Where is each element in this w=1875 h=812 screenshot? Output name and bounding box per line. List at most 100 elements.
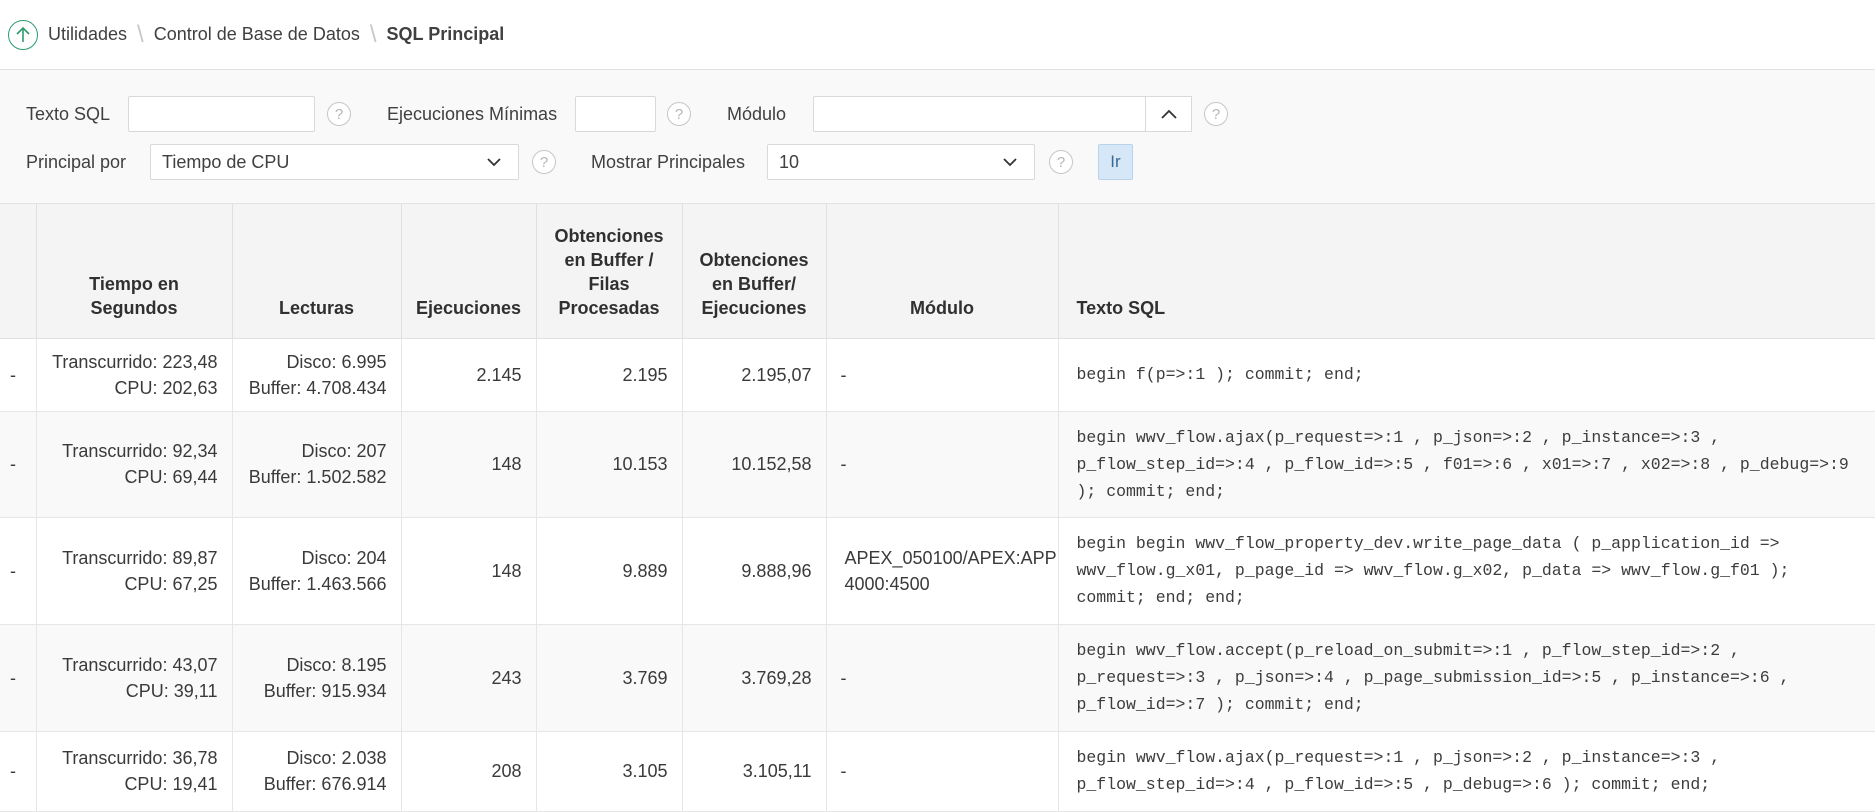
elapsed-value: Transcurrido: 92,34 [62,441,218,461]
reads-cell: Disco: 8.195 Buffer: 915.934 [232,624,402,732]
table-row: - Transcurrido: 89,87 CPU: 67,25 Disco: 2… [0,517,1875,625]
elapsed-value: Transcurrido: 89,87 [62,547,218,568]
elapsed-value: Transcurrido: 36,78 [62,748,218,768]
elapsed-value: Transcurrido: 223,48 [52,351,218,372]
chevron-up-icon [1160,109,1177,119]
chevron-down-icon [487,158,501,167]
reads-cell: Disco: 6.995 Buffer: 4.708.434 [232,338,402,412]
help-icon[interactable]: ? [667,102,691,126]
gets-rows-cell: 9.889 [536,517,683,625]
breadcrumb-current: SQL Principal [386,24,505,44]
top-by-value: Tiempo de CPU [162,151,290,172]
cpu-value: CPU: 69,44 [124,467,218,487]
help-icon[interactable]: ? [532,150,556,174]
table-row: - Transcurrido: 43,07 CPU: 39,11 Disco: 8… [0,624,1875,732]
col-header-buffer-gets-exec[interactable]: Obtenciones en Buffer/ Ejecuciones [682,204,827,339]
cpu-value: CPU: 67,25 [124,573,218,594]
gets-rows-cell: 2.195 [536,338,683,412]
top-sql-report-table: Tiempo en Segundos Lecturas Ejecuciones … [0,204,1875,812]
col-header-buffer-gets-rows[interactable]: Obtenciones en Buffer / Filas Procesadas [536,204,683,339]
module-input[interactable] [813,96,1146,132]
breadcrumb: Utilidades \ Control de Base de Datos \ … [0,0,1875,70]
module-cell: - [826,338,1059,412]
sql-text-cell: begin wwv_flow.ajax(p_request=>:1 , p_js… [1058,731,1875,812]
min-executions-input[interactable] [575,96,656,132]
module-cell: - [826,411,1059,518]
reads-cell: Disco: 2.038 Buffer: 676.914 [232,731,402,812]
buffer-value: Buffer: 1.463.566 [248,573,387,594]
row-dash: - [0,731,37,812]
module-cell: - [826,731,1059,812]
show-top-label: Mostrar Principales [591,152,746,172]
col-header-sql-text[interactable]: Texto SQL [1058,204,1875,339]
cpu-value: CPU: 39,11 [125,680,218,701]
gets-rows-cell: 10.153 [536,411,683,518]
col-header-executions[interactable]: Ejecuciones [401,204,537,339]
col-header-module[interactable]: Módulo [826,204,1059,339]
disk-value: Disco: 207 [301,441,387,461]
breadcrumb-separator: \ [137,20,144,48]
elapsed-value: Transcurrido: 43,07 [62,654,218,675]
time-cell: Transcurrido: 223,48 CPU: 202,63 [36,338,233,412]
gets-exec-cell: 9.888,96 [682,517,827,625]
sql-text-label: Texto SQL [26,104,111,124]
show-top-value: 10 [779,151,800,172]
time-cell: Transcurrido: 89,87 CPU: 67,25 [36,517,233,625]
gets-exec-cell: 2.195,07 [682,338,827,412]
module-cell: APEX_050100/APEX:APP 4000:4500 [826,517,1059,625]
row-dash: - [0,624,37,732]
executions-cell: 148 [401,517,537,625]
table-row: - Transcurrido: 223,48 CPU: 202,63 Disco:… [0,338,1875,412]
disk-value: Disco: 204 [301,547,387,568]
min-executions-label: Ejecuciones Mínimas [387,104,558,124]
time-cell: Transcurrido: 43,07 CPU: 39,11 [36,624,233,732]
sql-text-input[interactable] [128,96,315,132]
disk-value: Disco: 8.195 [286,654,387,675]
help-icon[interactable]: ? [1049,150,1073,174]
table-row: - Transcurrido: 92,34 CPU: 69,44 Disco: 2… [0,411,1875,518]
module-cell: - [826,624,1059,732]
executions-cell: 2.145 [401,338,537,412]
gets-exec-cell: 3.769,28 [682,624,827,732]
breadcrumb-separator: \ [369,20,377,48]
disk-value: Disco: 2.038 [286,748,387,768]
go-button[interactable]: Ir [1098,144,1133,180]
buffer-value: Buffer: 915.934 [263,680,387,701]
top-by-label: Principal por [26,152,127,172]
disk-value: Disco: 6.995 [286,351,387,372]
col-header-time[interactable]: Tiempo en Segundos [36,204,233,339]
time-cell: Transcurrido: 36,78 CPU: 19,41 [36,731,233,812]
executions-cell: 148 [401,411,537,518]
row-dash: - [0,338,37,412]
gets-exec-cell: 3.105,11 [682,731,827,812]
arrow-up-icon[interactable] [8,19,38,50]
gets-exec-cell: 10.152,58 [682,411,827,518]
help-icon[interactable]: ? [1204,102,1228,126]
row-dash: - [0,517,37,625]
executions-cell: 243 [401,624,537,732]
row-dash: - [0,411,37,518]
sql-text-cell: begin wwv_flow.accept(p_reload_on_submit… [1058,624,1875,732]
sql-text-cell: begin begin wwv_flow_property_dev.write_… [1058,517,1875,625]
module-lov-button[interactable] [1145,96,1192,132]
chevron-down-icon [1003,158,1017,167]
filter-region: Texto SQL ? Ejecuciones Mínimas ? Módulo… [0,70,1875,204]
breadcrumb-item-control-bd[interactable]: Control de Base de Datos [154,24,360,45]
cpu-value: CPU: 19,41 [124,774,218,794]
col-header-reads[interactable]: Lecturas [232,204,402,339]
breadcrumb-item-utilidades[interactable]: Utilidades [48,24,127,45]
sql-text-cell: begin f(p=>:1 ); commit; end; [1058,338,1875,412]
reads-cell: Disco: 204 Buffer: 1.463.566 [232,517,402,625]
buffer-value: Buffer: 4.708.434 [248,377,387,398]
table-row: - Transcurrido: 36,78 CPU: 19,41 Disco: 2… [0,731,1875,812]
help-icon[interactable]: ? [327,102,351,126]
top-by-select[interactable]: Tiempo de CPU [150,144,519,180]
col-header-blank [0,204,37,339]
module-label: Módulo [727,104,787,124]
show-top-select[interactable]: 10 [767,144,1035,180]
gets-rows-cell: 3.105 [536,731,683,812]
gets-rows-cell: 3.769 [536,624,683,732]
buffer-value: Buffer: 1.502.582 [248,467,387,487]
time-cell: Transcurrido: 92,34 CPU: 69,44 [36,411,233,518]
cpu-value: CPU: 202,63 [114,377,218,398]
